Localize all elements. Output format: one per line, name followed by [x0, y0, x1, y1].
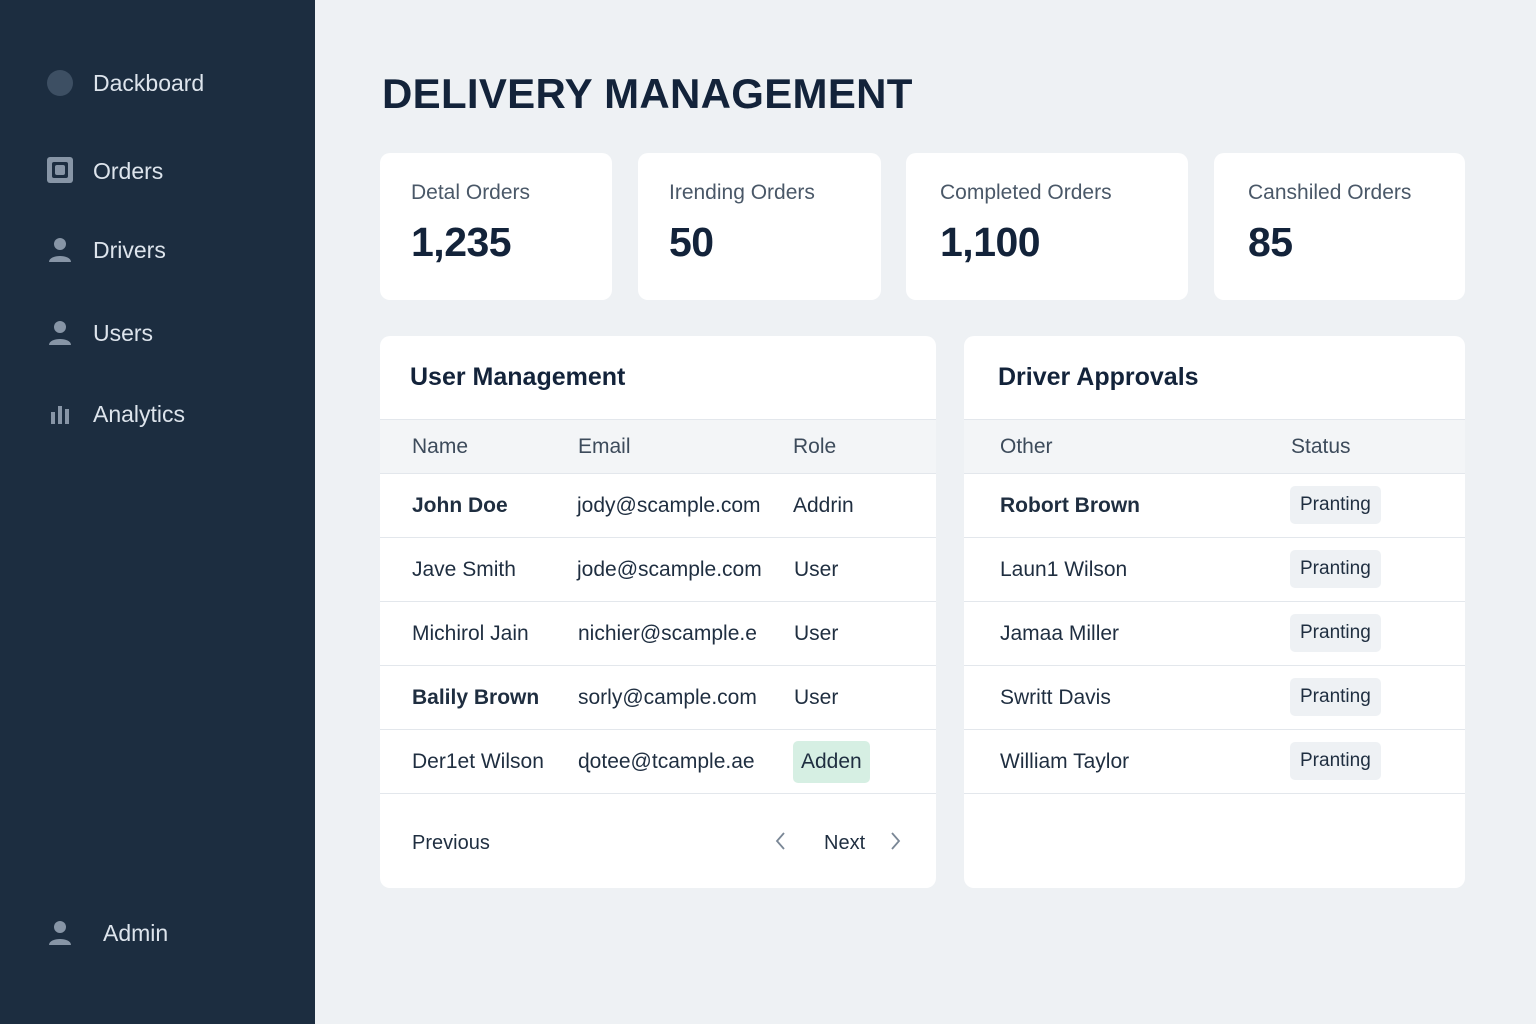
user-management-panel: User Management Name Email Role John Doe…: [380, 336, 936, 888]
role-badge: Adden: [793, 741, 870, 783]
driver-name: Robort Brown: [1000, 494, 1140, 517]
panel-title: Driver Approvals: [964, 336, 1465, 420]
sidebar: Dackboard Orders Drivers Users Analytics…: [0, 0, 315, 1024]
chevron-left-icon[interactable]: [774, 830, 788, 857]
user-email: jode@scample.com: [577, 558, 762, 581]
status-badge: Pranting: [1290, 614, 1381, 652]
driver-name: Jamaa Miller: [1000, 622, 1120, 645]
stat-label: Completed Orders: [940, 181, 1112, 204]
chevron-right-icon[interactable]: [888, 830, 902, 857]
pagination: Previous Next: [380, 794, 936, 888]
driver-name: Swritt Davis: [1000, 686, 1111, 709]
table-row[interactable]: William Taylor Pranting: [964, 730, 1465, 794]
stat-card-pending-orders: Irending Orders 50: [638, 153, 881, 300]
sidebar-item-users[interactable]: Users: [44, 313, 153, 353]
page-title: DELIVERY MANAGEMENT: [382, 70, 913, 117]
column-header-name[interactable]: Name: [412, 435, 468, 459]
sidebar-item-analytics[interactable]: Analytics: [44, 394, 185, 434]
person-icon: [44, 917, 76, 949]
column-header-other[interactable]: Other: [1000, 435, 1053, 459]
sidebar-item-drivers[interactable]: Drivers: [44, 230, 166, 270]
sidebar-item-label: Users: [93, 319, 154, 346]
user-name: Der1et Wilson: [412, 750, 544, 773]
table-row[interactable]: Laun1 Wilson Pranting: [964, 538, 1465, 602]
person-icon: [44, 317, 76, 349]
stat-card-total-orders: Detal Orders 1,235: [380, 153, 612, 300]
sidebar-item-label: Dackboard: [93, 69, 205, 96]
status-badge: Pranting: [1290, 550, 1381, 588]
stat-label: Canshiled Orders: [1248, 181, 1412, 204]
stat-value: 1,235: [411, 219, 512, 265]
user-email: sorly@camplе.com: [578, 686, 757, 709]
user-role: User: [794, 558, 839, 581]
column-header-email[interactable]: Email: [578, 435, 631, 459]
orders-icon: [44, 155, 76, 187]
stat-value: 50: [669, 219, 714, 265]
table-row[interactable]: Michirol Jain nichier@scample.e User: [380, 602, 936, 666]
user-role: User: [794, 686, 839, 709]
bar-chart-icon: [44, 398, 76, 430]
sidebar-item-label: Orders: [93, 157, 164, 184]
column-header-role[interactable]: Role: [793, 435, 836, 459]
user-email: jody@scample.com: [577, 494, 761, 517]
stat-value: 1,100: [940, 219, 1041, 265]
user-role: Addrin: [793, 494, 854, 517]
user-name: John Doe: [412, 494, 508, 517]
table-row[interactable]: Jave Smith jode@scample.com User: [380, 538, 936, 602]
user-name: Michirol Jain: [412, 622, 529, 645]
person-icon: [44, 234, 76, 266]
sidebar-item-label: Analytics: [93, 400, 186, 427]
stat-label: Detal Orders: [411, 181, 531, 204]
table-row[interactable]: Robort Brown Pranting: [964, 474, 1465, 538]
table-header: Name Email Role: [380, 420, 936, 474]
dashboard-icon: [44, 67, 76, 99]
sidebar-item-label: Drivers: [93, 236, 166, 263]
table-row[interactable]: Jamaa Miller Pranting: [964, 602, 1465, 666]
user-role: User: [794, 622, 839, 645]
table-row[interactable]: Swritt Davis Pranting: [964, 666, 1465, 730]
stat-card-completed-orders: Completed Orders 1,100: [906, 153, 1188, 300]
sidebar-item-admin[interactable]: Admin: [44, 913, 168, 953]
table-row[interactable]: John Doe jody@scample.com Addrin: [380, 474, 936, 538]
sidebar-item-orders[interactable]: Orders: [44, 151, 163, 191]
table-row[interactable]: Balily Brown sorly@camplе.com User: [380, 666, 936, 730]
next-button[interactable]: Next: [824, 832, 865, 855]
stat-value: 85: [1248, 219, 1293, 265]
sidebar-item-label: Admin: [103, 919, 169, 946]
status-badge: Pranting: [1290, 742, 1381, 780]
previous-button[interactable]: Previous: [412, 832, 490, 855]
user-name: Jave Smith: [412, 558, 516, 581]
user-email: nichier@scample.e: [578, 622, 757, 645]
stat-label: Irending Orders: [669, 181, 815, 204]
table-row[interactable]: Der1et Wilson ɖotee@tcample.ae Adden: [380, 730, 936, 794]
driver-approvals-panel: Driver Approvals Other Status Robort Bro…: [964, 336, 1465, 888]
status-badge: Pranting: [1290, 678, 1381, 716]
column-header-status[interactable]: Status: [1291, 435, 1351, 459]
user-name: Balily Brown: [412, 686, 540, 709]
driver-name: Laun1 Wilson: [1000, 558, 1128, 581]
sidebar-item-dashboard[interactable]: Dackboard: [44, 63, 204, 103]
table-header: Other Status: [964, 420, 1465, 474]
status-badge: Pranting: [1290, 486, 1381, 524]
stat-card-cancelled-orders: Canshiled Orders 85: [1214, 153, 1465, 300]
user-email: ɖotee@tcample.ae: [578, 750, 755, 773]
panel-title: User Management: [380, 336, 936, 420]
driver-name: William Taylor: [1000, 750, 1130, 773]
